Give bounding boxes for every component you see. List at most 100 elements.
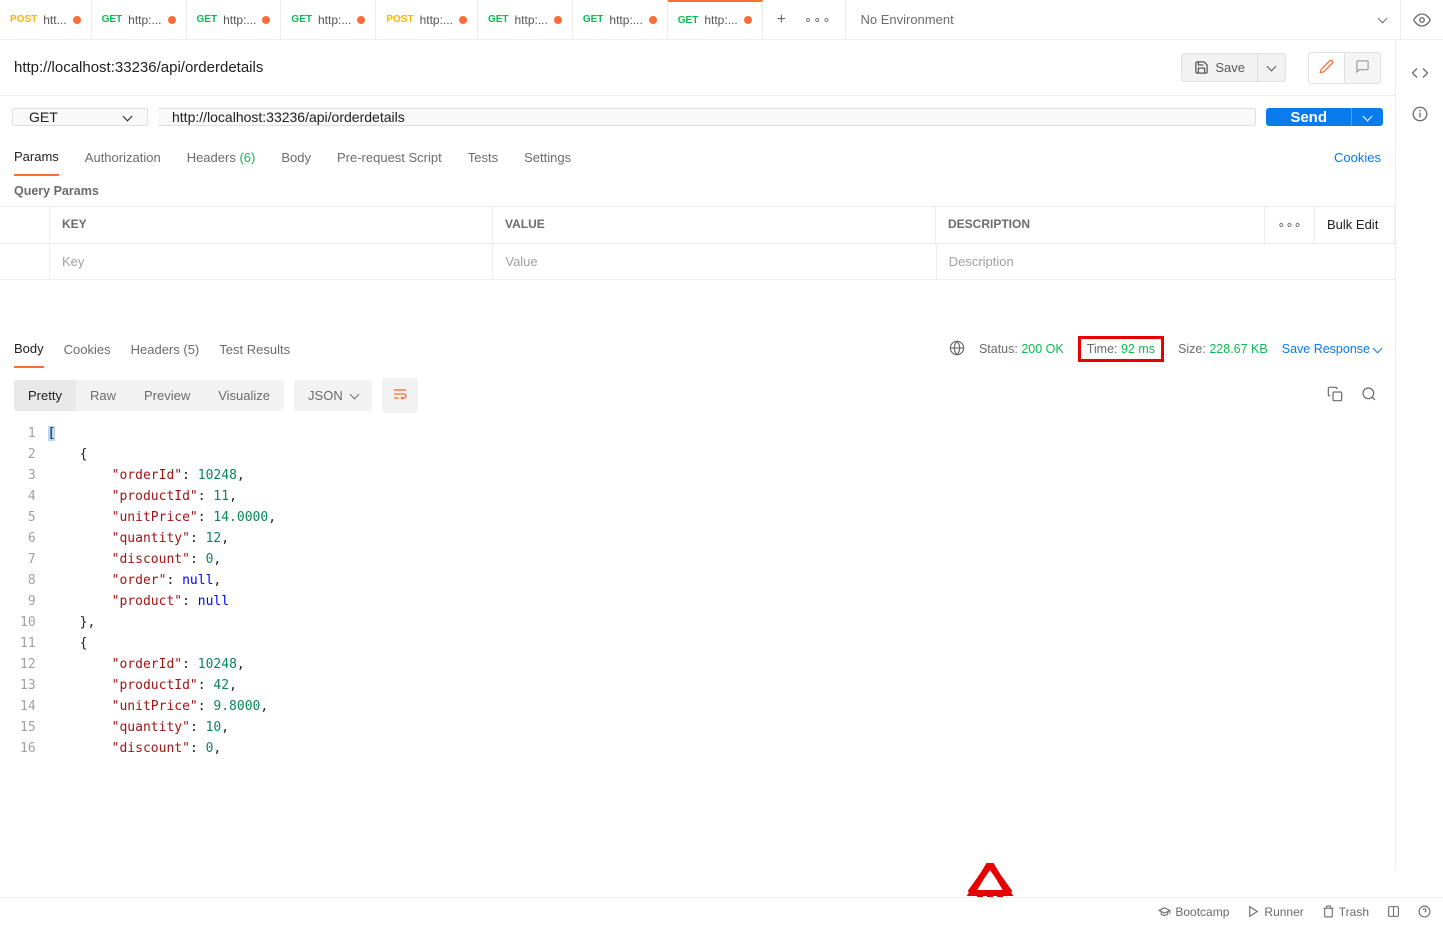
request-tab[interactable]: GET http:...: [668, 0, 763, 39]
copy-icon[interactable]: [1323, 382, 1347, 409]
chevron-down-icon: [1363, 111, 1373, 121]
column-value: VALUE: [493, 207, 936, 243]
request-tab[interactable]: GET http:...: [187, 0, 282, 39]
dirty-indicator: [744, 16, 752, 24]
footer-runner[interactable]: Runner: [1247, 905, 1303, 919]
tab-bar: POSThtt...GEThttp:...GEThttp:...GEThttp:…: [0, 0, 1443, 40]
view-raw[interactable]: Raw: [76, 380, 130, 411]
environment-selector[interactable]: No Environment: [846, 0, 1401, 39]
comment-icon[interactable]: [1345, 52, 1381, 84]
tab-label: http:...: [223, 13, 256, 27]
url-input[interactable]: http://localhost:33236/api/orderdetails: [158, 108, 1256, 126]
format-select[interactable]: JSON: [294, 380, 372, 411]
column-options-icon[interactable]: ∘∘∘: [1265, 207, 1315, 243]
tab-pre-request[interactable]: Pre-request Script: [337, 140, 442, 175]
tab-response-cookies[interactable]: Cookies: [64, 332, 111, 367]
request-tab[interactable]: GET http:...: [478, 0, 573, 39]
send-button[interactable]: Send: [1266, 108, 1351, 126]
tab-options-icon[interactable]: ∘∘∘: [804, 12, 831, 28]
dirty-indicator: [459, 16, 467, 24]
param-key-input[interactable]: Key: [50, 244, 493, 279]
wrap-lines-icon[interactable]: [382, 378, 418, 413]
request-tab[interactable]: POST http:...: [376, 0, 478, 39]
chevron-down-icon: [1267, 62, 1277, 72]
size-label: Size: 228.67 KB: [1178, 342, 1268, 356]
new-tab-icon[interactable]: +: [777, 11, 786, 29]
tab-label: http:...: [704, 13, 737, 27]
tab-tests[interactable]: Tests: [468, 140, 498, 175]
tab-method: GET: [197, 14, 218, 25]
send-dropdown[interactable]: [1351, 108, 1383, 126]
response-body[interactable]: 12345678910111213141516 [{"orderId": 102…: [0, 423, 1395, 897]
request-title: http://localhost:33236/api/orderdetails: [14, 59, 1171, 76]
request-tab[interactable]: GET http:...: [281, 0, 376, 39]
param-value-input[interactable]: Value: [493, 244, 936, 279]
query-params-title: Query Params: [0, 176, 1395, 206]
tab-response-body[interactable]: Body: [14, 331, 44, 368]
save-dropdown[interactable]: [1258, 53, 1286, 82]
tab-test-results[interactable]: Test Results: [219, 332, 290, 367]
method-select[interactable]: GET: [12, 108, 148, 126]
code-icon[interactable]: [1411, 64, 1429, 85]
footer-trash[interactable]: Trash: [1322, 905, 1369, 919]
tab-method: GET: [102, 14, 123, 25]
footer-help-icon[interactable]: [1418, 905, 1431, 918]
dirty-indicator: [649, 16, 657, 24]
dirty-indicator: [554, 16, 562, 24]
tab-settings[interactable]: Settings: [524, 140, 571, 175]
search-icon[interactable]: [1357, 382, 1381, 409]
column-description: DESCRIPTION: [936, 207, 1265, 243]
tab-method: GET: [291, 14, 312, 25]
status-label: Status: 200 OK: [979, 342, 1064, 356]
info-icon[interactable]: [1411, 105, 1429, 126]
response-tabs: Body Cookies Headers (5) Test Results St…: [0, 330, 1395, 368]
dirty-indicator: [262, 16, 270, 24]
chevron-down-icon: [349, 390, 359, 400]
column-key: KEY: [50, 207, 493, 243]
footer-bootcamp[interactable]: Bootcamp: [1158, 905, 1229, 919]
cookies-link[interactable]: Cookies: [1334, 150, 1381, 165]
param-desc-input[interactable]: Description: [937, 244, 1265, 279]
request-tab[interactable]: GET http:...: [573, 0, 668, 39]
network-icon[interactable]: [949, 340, 965, 359]
chevron-down-icon: [123, 111, 133, 121]
dirty-indicator: [168, 16, 176, 24]
tab-label: http:...: [128, 13, 161, 27]
environment-label: No Environment: [860, 12, 953, 27]
chevron-down-icon: [1378, 14, 1388, 24]
edit-icon[interactable]: [1308, 52, 1345, 84]
tab-body[interactable]: Body: [281, 140, 311, 175]
response-toolbar: Pretty Raw Preview Visualize JSON: [0, 368, 1395, 423]
tab-headers[interactable]: Headers (6): [187, 140, 256, 175]
footer-panes-icon[interactable]: [1387, 905, 1400, 918]
environment-quicklook-icon[interactable]: [1401, 0, 1443, 39]
save-button[interactable]: Save: [1181, 53, 1258, 82]
request-tab[interactable]: GET http:...: [92, 0, 187, 39]
tab-method: GET: [488, 14, 509, 25]
params-table: KEY VALUE DESCRIPTION ∘∘∘ Bulk Edit Key …: [0, 206, 1395, 280]
annotation-arrow: [960, 863, 1020, 897]
request-tabs: Params Authorization Headers (6) Body Pr…: [0, 138, 1395, 176]
bulk-edit-button[interactable]: Bulk Edit: [1315, 207, 1395, 243]
title-bar: http://localhost:33236/api/orderdetails …: [0, 40, 1395, 96]
tab-method: POST: [386, 14, 413, 25]
tab-method: GET: [583, 14, 604, 25]
tab-params[interactable]: Params: [14, 139, 59, 176]
dirty-indicator: [73, 16, 81, 24]
save-response-button[interactable]: Save Response: [1282, 342, 1381, 356]
tab-method: GET: [678, 15, 699, 26]
right-rail: [1395, 40, 1443, 870]
tab-label: htt...: [43, 13, 66, 27]
tab-label: http:...: [609, 13, 642, 27]
tab-label: http:...: [420, 13, 453, 27]
tab-authorization[interactable]: Authorization: [85, 140, 161, 175]
request-tab[interactable]: POSThtt...: [0, 0, 92, 39]
time-label: Time: 92 ms: [1078, 336, 1164, 362]
tab-response-headers[interactable]: Headers (5): [131, 332, 200, 367]
view-visualize[interactable]: Visualize: [204, 380, 284, 411]
request-row: GET http://localhost:33236/api/orderdeta…: [0, 96, 1395, 138]
view-pretty[interactable]: Pretty: [14, 380, 76, 411]
view-preview[interactable]: Preview: [130, 380, 204, 411]
tab-label: http:...: [515, 13, 548, 27]
tab-label: http:...: [318, 13, 351, 27]
